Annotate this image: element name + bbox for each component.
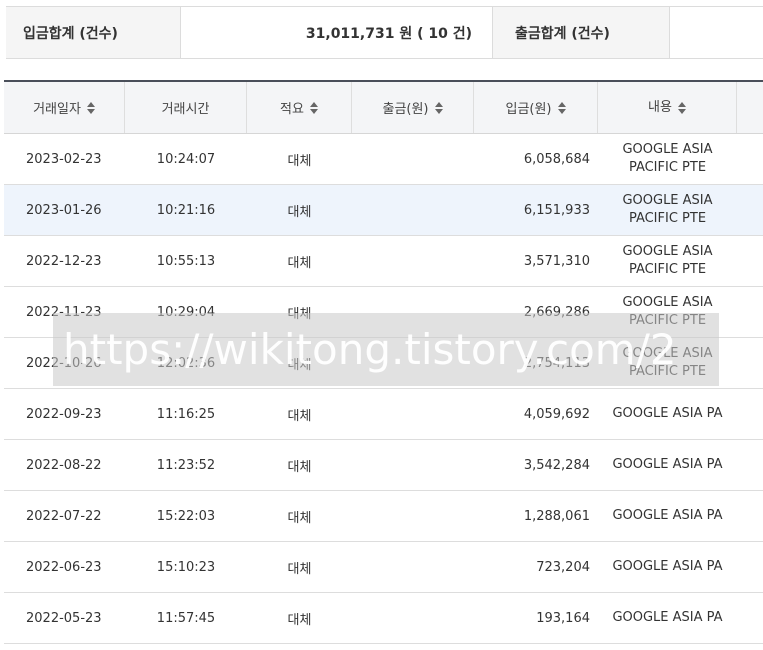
deposit-cell: 4,059,692 (523, 406, 590, 422)
extra-cell (737, 593, 763, 643)
date-cell: 2022-12-23 (26, 253, 102, 269)
memo-cell: 대체 (287, 255, 312, 271)
column-header-extra (737, 82, 763, 133)
memo-cell: 대체 (287, 561, 312, 577)
table-row[interactable]: 2022-12-23 10:55:13 대체 3,571,310 GOOGLE ASIA… (4, 236, 763, 287)
time-cell: 11:23:52 (156, 457, 216, 473)
withdraw-cell (352, 389, 474, 439)
content-cell: GOOGLE ASIA PA (612, 610, 723, 625)
table-row[interactable]: 2022-06-23 15:10:23 대체 723,204 GOOGLE ASIA P… (4, 542, 763, 593)
table-row[interactable]: 2022-09-23 11:16:25 대체 4,059,692 GOOGLE ASIA… (4, 389, 763, 440)
content-cell: GOOGLE ASIA PACIFIC PTE (622, 244, 713, 277)
content-cell: GOOGLE ASIA PA (612, 559, 723, 574)
deposit-cell: 1,288,061 (523, 508, 590, 524)
deposit-cell: 3,542,284 (523, 457, 590, 473)
time-cell: 10:55:13 (156, 253, 216, 269)
column-header-date[interactable]: 거래일자 (4, 82, 125, 133)
table-header: 거래일자 거래시간 적요 출금(원) 입금(원) 내용 (4, 82, 763, 134)
column-header-withdraw[interactable]: 출금(원) (352, 82, 474, 133)
deposit-total-label: 입금합계 (건수) (6, 7, 181, 58)
withdraw-cell (352, 185, 474, 235)
deposit-cell: 3,571,310 (523, 253, 590, 269)
table-row[interactable]: 2023-01-26 10:21:16 대체 6,151,933 GOOGLE ASIA… (4, 185, 763, 236)
extra-cell (737, 134, 763, 184)
time-cell: 11:16:25 (156, 406, 216, 422)
extra-cell (737, 389, 763, 439)
content-cell: GOOGLE ASIA PA (612, 508, 723, 523)
sort-updown-icon[interactable] (309, 101, 318, 114)
withdraw-cell (352, 491, 474, 541)
withdraw-total-value (670, 7, 763, 58)
sort-updown-icon[interactable] (434, 101, 443, 114)
extra-cell (737, 491, 763, 541)
memo-cell: 대체 (287, 204, 312, 220)
memo-cell: 대체 (287, 510, 312, 526)
table-row[interactable]: 2022-08-22 11:23:52 대체 3,542,284 GOOGLE ASIA… (4, 440, 763, 491)
memo-cell: 대체 (287, 459, 312, 475)
sort-updown-icon[interactable] (557, 101, 566, 114)
withdraw-cell (352, 236, 474, 286)
withdraw-cell (352, 593, 474, 643)
time-cell: 10:24:07 (156, 151, 216, 167)
date-cell: 2022-06-23 (26, 559, 102, 575)
date-cell: 2022-09-23 (26, 406, 102, 422)
watermark: https://wikitong.tistory.com/2 (53, 313, 719, 386)
column-header-content[interactable]: 내용 (598, 82, 737, 133)
extra-cell (737, 287, 763, 337)
withdraw-total-label: 출금합계 (건수) (493, 7, 670, 58)
column-header-time: 거래시간 (125, 82, 247, 133)
withdraw-cell (352, 440, 474, 490)
date-cell: 2022-07-22 (26, 508, 102, 524)
extra-cell (737, 542, 763, 592)
deposit-cell: 6,151,933 (523, 202, 590, 218)
time-cell: 15:22:03 (156, 508, 216, 524)
content-cell: GOOGLE ASIA PACIFIC PTE (622, 193, 713, 226)
time-cell: 15:10:23 (156, 559, 216, 575)
deposit-total-value: 31,011,731 원 ( 10 건) (181, 7, 493, 58)
content-cell: GOOGLE ASIA PA (612, 406, 723, 421)
date-cell: 2023-01-26 (26, 202, 102, 218)
memo-cell: 대체 (287, 153, 312, 169)
withdraw-cell (352, 134, 474, 184)
extra-cell (737, 440, 763, 490)
extra-cell (737, 185, 763, 235)
withdraw-cell (352, 542, 474, 592)
time-cell: 10:21:16 (156, 202, 216, 218)
table-row[interactable]: 2022-07-22 15:22:03 대체 1,288,061 GOOGLE ASIA… (4, 491, 763, 542)
extra-cell (737, 236, 763, 286)
deposit-cell: 723,204 (536, 559, 590, 575)
date-cell: 2022-05-23 (26, 610, 102, 626)
summary-bar: 입금합계 (건수) 31,011,731 원 ( 10 건) 출금합계 (건수) (6, 6, 763, 59)
content-cell: GOOGLE ASIA PA (612, 457, 723, 472)
table-row[interactable]: 2023-02-23 10:24:07 대체 6,058,684 GOOGLE ASIA… (4, 134, 763, 185)
sort-updown-icon[interactable] (677, 101, 686, 114)
memo-cell: 대체 (287, 612, 312, 628)
extra-cell (737, 338, 763, 388)
memo-cell: 대체 (287, 408, 312, 424)
date-cell: 2023-02-23 (26, 151, 102, 167)
time-cell: 11:57:45 (156, 610, 216, 626)
deposit-cell: 6,058,684 (523, 151, 590, 167)
sort-updown-icon[interactable] (86, 101, 95, 114)
column-header-memo[interactable]: 적요 (247, 82, 352, 133)
deposit-cell: 193,164 (536, 610, 590, 626)
column-header-deposit[interactable]: 입금(원) (474, 82, 598, 133)
date-cell: 2022-08-22 (26, 457, 102, 473)
table-row[interactable]: 2022-05-23 11:57:45 대체 193,164 GOOGLE ASIA P… (4, 593, 763, 644)
content-cell: GOOGLE ASIA PACIFIC PTE (622, 142, 713, 175)
